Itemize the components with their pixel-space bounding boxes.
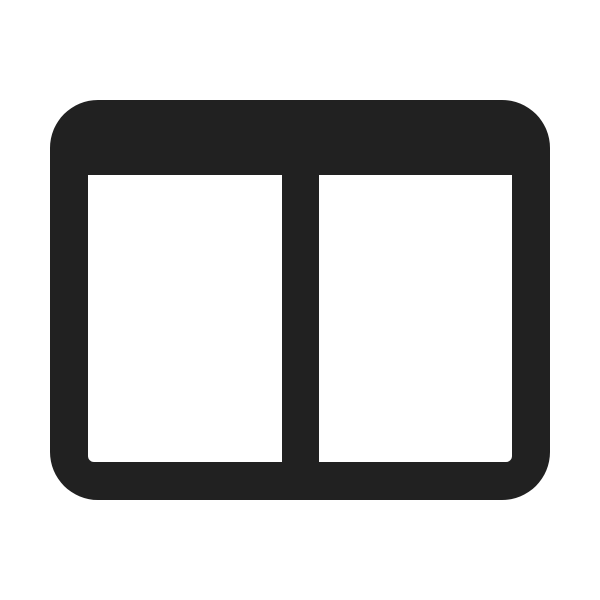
- window-frame-shape: [50, 100, 550, 500]
- window-layout-icon-body: [50, 100, 550, 500]
- split-view-window-icon: [50, 100, 550, 500]
- icon-canvas: [0, 0, 600, 600]
